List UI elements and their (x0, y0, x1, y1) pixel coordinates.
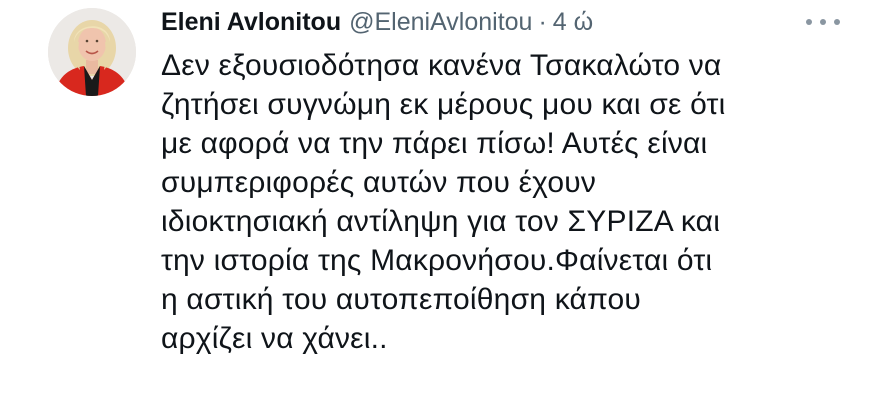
tweet-text-line: αρχίζει να χάνει.. (161, 322, 388, 355)
tweet-text-line: Δεν εξουσιοδότησα κανένα Τσακαλώτο να (161, 49, 722, 82)
tweet-text-line: ιδιοκτησιακή αντίληψη για τον ΣΥΡΙΖΑ και (161, 205, 721, 238)
separator-dot: · (538, 7, 547, 36)
tweet-text-line: η αστική του αυτοπεποίθηση κάπου (161, 283, 642, 316)
author-handle[interactable]: @EleniAvlonitou (349, 8, 532, 37)
tweet-text-line: συμπεριφορές αυτών που έχουν (161, 166, 597, 199)
avatar[interactable] (48, 8, 136, 96)
tweet-text-line: με αφορά να την πάρει πίσω! Αυτές είναι (161, 127, 708, 160)
tweet-text-line: την ιστορία της Μακρονήσου.Φαίνεται ότι (161, 244, 713, 277)
author-display-name[interactable]: Eleni Avlonitou (161, 8, 341, 37)
tweet-text-line: ζητήσει συγνώμη εκ μέρους μου και σε ότι (161, 88, 726, 121)
tweet[interactable]: Eleni Avlonitou @EleniAvlonitou · 4 ώ Δε… (0, 0, 880, 410)
profile-photo-icon (48, 8, 136, 96)
more-dot (820, 19, 826, 25)
more-dot (834, 19, 840, 25)
timestamp[interactable]: 4 ώ (553, 8, 593, 37)
tweet-header: Eleni Avlonitou @EleniAvlonitou · 4 ώ (161, 2, 593, 42)
more-horizontal-icon[interactable] (806, 12, 840, 32)
more-dot (806, 19, 812, 25)
tweet-text: Δεν εξουσιοδότησα κανένα Τσακαλώτο να ζη… (161, 46, 861, 358)
